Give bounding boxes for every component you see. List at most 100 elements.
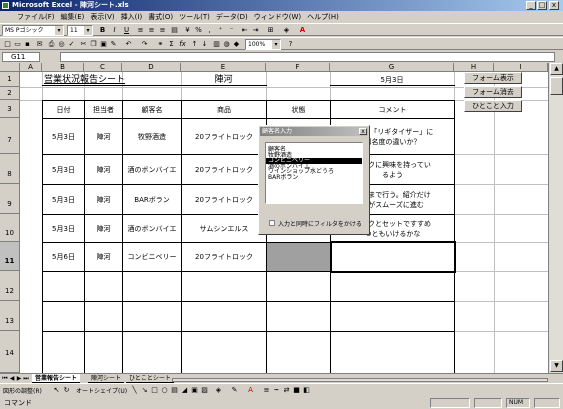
vertical-scrollbar[interactable]: ▲ ▼	[548, 63, 563, 373]
autosum-icon[interactable]: Σ	[167, 40, 176, 49]
cell-date[interactable]: 5月3日	[43, 215, 84, 242]
font-color-icon[interactable]: A	[298, 26, 307, 35]
italic-button[interactable]: I	[110, 26, 119, 35]
close-button[interactable]: x	[549, 1, 559, 10]
currency-icon[interactable]: ¥	[183, 26, 192, 35]
cell-person[interactable]: 陣河	[85, 155, 122, 184]
filter-checkbox[interactable]	[269, 220, 275, 226]
row-header-12[interactable]: 12	[0, 271, 20, 301]
align-left-icon[interactable]: ≡	[136, 26, 145, 35]
line-color-icon[interactable]: ✎	[230, 386, 239, 395]
customer-input-dialog[interactable]: 顧客名入力 x 顧客名 牧野酒造 コンビニベリー 酒のボンバイエ ワインショップ…	[258, 125, 370, 235]
select-all-corner[interactable]	[0, 63, 20, 72]
fill-color-icon[interactable]: ◈	[282, 26, 291, 35]
indent-increase-icon[interactable]: ⇥	[251, 26, 260, 35]
hyperlink-icon[interactable]: ⚭	[156, 40, 165, 49]
function-icon[interactable]: fx	[178, 40, 187, 49]
borders-icon[interactable]: ⊞	[266, 26, 275, 35]
percent-icon[interactable]: %	[194, 26, 203, 35]
row-header-8[interactable]: 8	[0, 154, 20, 184]
cell-customer[interactable]: 酒のボンバイエ	[123, 155, 181, 184]
tab-first-icon[interactable]: ⏮	[2, 375, 8, 383]
tab-comment-sheet[interactable]: ひとことシート	[126, 374, 174, 383]
free-rotate-icon[interactable]: ↻	[62, 386, 71, 395]
menu-data[interactable]: データ(D)	[213, 11, 251, 23]
menu-view[interactable]: 表示(V)	[87, 11, 117, 23]
row-header-9[interactable]: 9	[0, 184, 20, 214]
cell-person[interactable]: 陣河	[85, 243, 122, 271]
line-style-icon[interactable]: ≡	[262, 386, 271, 395]
maximize-button[interactable]: □	[537, 1, 547, 10]
comment-input-button[interactable]: ひとこと入力	[464, 100, 522, 112]
tab-last-icon[interactable]: ⏭	[23, 375, 29, 383]
cell-customer[interactable]: コンビニベリー	[123, 243, 181, 271]
cell-product[interactable]: 20フライトロック	[182, 119, 266, 154]
underline-button[interactable]: U	[122, 26, 131, 35]
column-header-a[interactable]: A	[20, 63, 42, 72]
menu-edit[interactable]: 編集(E)	[58, 11, 88, 23]
tab-jinga-sheet[interactable]: 陣河シート	[88, 374, 125, 383]
cell-customer[interactable]: 酒のボンバイエ	[123, 215, 181, 242]
tab-prev-icon[interactable]: ◀	[9, 375, 15, 383]
minimize-button[interactable]: _	[526, 1, 536, 10]
tab-sales-report[interactable]: 営業報告シート	[32, 374, 81, 383]
cell-product[interactable]: 20フライトロック	[182, 243, 266, 271]
dash-style-icon[interactable]: ┅	[272, 386, 281, 395]
row-header-2[interactable]: 2	[0, 87, 20, 100]
align-center-icon[interactable]: ≡	[147, 26, 156, 35]
column-header-h[interactable]: H	[454, 63, 494, 72]
wordart-icon[interactable]: ◢	[180, 386, 189, 395]
cell-customer[interactable]: 牧野酒造	[123, 119, 181, 154]
format-painter-icon[interactable]: ✎	[109, 40, 118, 49]
tab-next-icon[interactable]: ▶	[16, 375, 22, 383]
zoom-select[interactable]: 100%	[245, 39, 281, 50]
copy-icon[interactable]: ❐	[89, 40, 98, 49]
mail-icon[interactable]: ✉	[35, 40, 44, 49]
clipart-icon[interactable]: ▣	[190, 386, 199, 395]
spelling-icon[interactable]: ✓	[67, 40, 76, 49]
save-icon[interactable]: ▪	[23, 40, 32, 49]
undo-icon[interactable]: ↶	[124, 40, 133, 49]
excel-icon[interactable]	[2, 2, 9, 9]
cell-person[interactable]: 陣河	[85, 215, 122, 242]
horizontal-scrollbar[interactable]	[172, 378, 548, 382]
column-header-d[interactable]: D	[122, 63, 181, 72]
oval-icon[interactable]: ○	[160, 386, 169, 395]
menu-help[interactable]: ヘルプ(H)	[304, 11, 342, 23]
cell-person[interactable]: 陣河	[85, 119, 122, 154]
menu-file[interactable]: ファイル(F)	[14, 11, 58, 23]
select-objects-icon[interactable]: ↖	[52, 386, 61, 395]
indent-decrease-icon[interactable]: ⇤	[240, 26, 249, 35]
menu-tools[interactable]: ツール(T)	[176, 11, 213, 23]
decrease-decimal-icon[interactable]: ⁻	[227, 26, 236, 35]
formula-input[interactable]	[60, 52, 555, 62]
menu-insert[interactable]: 挿入(I)	[118, 11, 146, 23]
open-icon[interactable]: ▭	[13, 40, 22, 49]
customer-listbox[interactable]: 顧客名 牧野酒造 コンビニベリー 酒のボンバイエ ワインショップ水どうろ BAR…	[265, 142, 363, 204]
chart-wizard-icon[interactable]: ▥	[212, 40, 221, 49]
paste-icon[interactable]: ▣	[99, 40, 108, 49]
3d-icon[interactable]: ◧	[302, 386, 311, 395]
row-header-7[interactable]: 7	[0, 118, 20, 154]
column-header-f[interactable]: F	[266, 63, 330, 72]
new-icon[interactable]: □	[3, 40, 12, 49]
cell-product[interactable]: 20フライトロック	[182, 155, 266, 184]
row-header-1[interactable]: 1	[0, 72, 20, 87]
print-preview-icon[interactable]: ◎	[57, 40, 66, 49]
font-select[interactable]: MS Pゴシック	[2, 25, 64, 36]
draw-menu[interactable]: 図形の調整(R)	[3, 386, 42, 395]
fill-icon[interactable]: ◈	[214, 386, 223, 395]
textbox-icon[interactable]: ▤	[170, 386, 179, 395]
row-header-10[interactable]: 10	[0, 214, 20, 242]
row-header-14[interactable]: 14	[0, 331, 20, 373]
cell-person[interactable]: 陣河	[85, 185, 122, 214]
picture-icon[interactable]: ▨	[200, 386, 209, 395]
cell-date[interactable]: 5月3日	[43, 155, 84, 184]
arrow-icon[interactable]: ↘	[140, 386, 149, 395]
cell-date[interactable]: 5月3日	[43, 119, 84, 154]
arrow-style-icon[interactable]: ⇄	[282, 386, 291, 395]
menu-format[interactable]: 書式(O)	[145, 11, 176, 23]
column-header-i[interactable]: I	[494, 63, 548, 72]
name-box[interactable]: G11	[2, 52, 40, 62]
column-header-g[interactable]: G	[330, 63, 454, 72]
